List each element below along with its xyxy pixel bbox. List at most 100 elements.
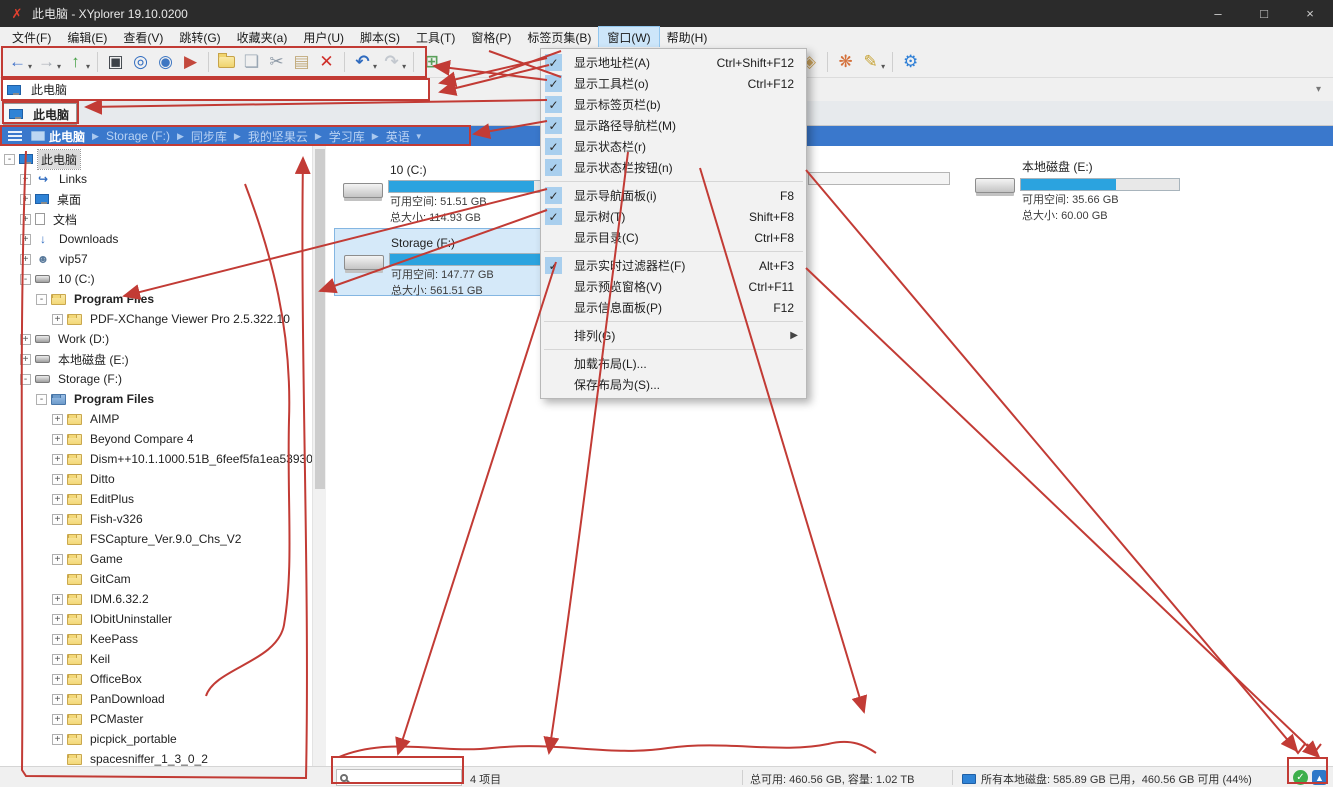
tree-expander[interactable]: + — [52, 593, 63, 605]
menubar-item[interactable]: 帮助(H) — [659, 27, 716, 48]
menu-item[interactable]: ✓ 显示导航面板(i) F8 — [541, 185, 806, 206]
tree-item[interactable]: + PanDownload — [0, 689, 312, 709]
tree-expander[interactable]: + — [52, 733, 63, 745]
menubar-item[interactable]: 编辑(E) — [59, 27, 115, 48]
tree-expander[interactable]: + — [52, 473, 63, 485]
toolbar-button[interactable]: → — [34, 50, 59, 75]
tree-item[interactable]: + IDM.6.32.2 — [0, 589, 312, 609]
menubar-item[interactable]: 查看(V) — [115, 27, 171, 48]
tree-item[interactable]: + PDF-XChange Viewer Pro 2.5.322.10 — [0, 309, 312, 329]
tree-expander[interactable]: - — [36, 293, 47, 305]
tree-expander[interactable]: - — [20, 373, 31, 385]
tree-expander[interactable]: + — [52, 653, 63, 665]
menubar-item[interactable]: 脚本(S) — [352, 27, 408, 48]
tree-item[interactable]: - 此电脑 — [0, 148, 312, 170]
tree-scrollbar[interactable] — [312, 146, 326, 766]
tree-expander[interactable]: - — [20, 273, 31, 285]
menu-item[interactable]: 显示目录(C) Ctrl+F8 — [541, 227, 806, 248]
toolbar-button[interactable]: ⊞ — [419, 50, 444, 75]
toolbar-button[interactable]: ✕ — [314, 50, 339, 75]
tree-item[interactable]: + ☻ vip57 — [0, 249, 312, 269]
dropdown-arrow-icon[interactable]: ▾ — [881, 62, 885, 71]
dropdown-arrow-icon[interactable]: ▾ — [57, 62, 61, 71]
breadcrumb-item[interactable]: 英语 — [386, 128, 410, 145]
tree-expander[interactable]: + — [52, 613, 63, 625]
tree-item[interactable]: - Storage (F:) — [0, 369, 312, 389]
menubar-item[interactable]: 工具(T) — [408, 27, 463, 48]
tree-expander[interactable]: + — [52, 433, 63, 445]
tree-item[interactable]: - Program Files — [0, 389, 312, 409]
tree-expander[interactable]: + — [52, 693, 63, 705]
tree-expander[interactable]: + — [52, 413, 63, 425]
tree-item[interactable]: FSCapture_Ver.9.0_Chs_V2 — [0, 529, 312, 549]
toolbar-button[interactable]: ✎ — [858, 50, 883, 75]
tree-expander[interactable]: + — [20, 233, 31, 245]
tree-item[interactable]: + ↪ Links — [0, 169, 312, 189]
dropdown-arrow-icon[interactable]: ▾ — [373, 62, 377, 71]
dropdown-arrow-icon[interactable]: ▾ — [86, 62, 90, 71]
tree-item[interactable]: - 10 (C:) — [0, 269, 312, 289]
toolbar-button[interactable]: ◎ — [128, 50, 153, 75]
menubar-item[interactable]: 窗格(P) — [463, 27, 519, 48]
tree-item[interactable]: + 本地磁盘 (E:) — [0, 349, 312, 369]
tree-item[interactable]: + PCMaster — [0, 709, 312, 729]
tree-item[interactable]: + Ditto — [0, 469, 312, 489]
tree-expander[interactable]: - — [4, 153, 15, 165]
breadcrumb-dropdown-icon[interactable]: ▼ — [415, 132, 423, 141]
toolbar-button[interactable]: ← — [5, 50, 30, 75]
tree-expander[interactable]: + — [20, 193, 31, 205]
toolbar-button[interactable]: ❏ — [239, 50, 264, 75]
menu-item[interactable]: 加载布局(L)... — [541, 353, 806, 374]
tree-item[interactable]: + KeePass — [0, 629, 312, 649]
dropdown-arrow-icon[interactable]: ▾ — [402, 62, 406, 71]
minimize-button[interactable]: – — [1195, 0, 1241, 27]
toolbar-button[interactable]: ↷ — [379, 50, 404, 75]
tree-item[interactable]: - Program Files — [0, 289, 312, 309]
toolbar-button[interactable]: ◉ — [153, 50, 178, 75]
dropdown-arrow-icon[interactable]: ▾ — [28, 62, 32, 71]
breadcrumb-item[interactable]: 同步库 — [191, 128, 227, 145]
tree-item[interactable]: + OfficeBox — [0, 669, 312, 689]
menubar-item[interactable]: 窗口(W) — [598, 25, 660, 49]
menu-item[interactable]: ✓ 显示工具栏(o) Ctrl+F12 — [541, 73, 806, 94]
breadcrumb-item[interactable]: 此电脑 — [49, 128, 85, 145]
tab-this-pc[interactable]: 此电脑 — [3, 103, 77, 125]
tree-item[interactable]: spacesniffer_1_3_0_2 — [0, 749, 312, 766]
menu-item[interactable]: 显示预览窗格(V) Ctrl+F11 — [541, 276, 806, 297]
tree-item[interactable]: + 文档 — [0, 209, 312, 229]
maximize-button[interactable]: □ — [1241, 0, 1287, 27]
menu-item[interactable]: ✓ 显示状态栏(r) — [541, 136, 806, 157]
tree-expander[interactable]: + — [20, 213, 31, 225]
tree-item[interactable]: GitCam — [0, 569, 312, 589]
menubar-item[interactable]: 文件(F) — [4, 27, 59, 48]
tree-item[interactable]: + Beyond Compare 4 — [0, 429, 312, 449]
tree-expander[interactable]: + — [20, 253, 31, 265]
menubar-item[interactable]: 标签页集(B) — [519, 27, 599, 48]
toolbar-button[interactable]: ↶ — [350, 50, 375, 75]
menu-item[interactable]: ✓ 显示状态栏按钮(n) — [541, 157, 806, 178]
toolbar-button[interactable]: ▶ — [178, 50, 203, 75]
menubar-item[interactable]: 收藏夹(a) — [229, 27, 296, 48]
tree-expander[interactable]: + — [52, 493, 63, 505]
breadcrumb-item[interactable]: Storage (F:) — [106, 129, 170, 143]
tree-item[interactable]: + Fish-v326 — [0, 509, 312, 529]
toolbar-button[interactable]: ▣ — [103, 50, 128, 75]
menu-item[interactable]: 保存布局为(S)... — [541, 374, 806, 395]
tree-item[interactable]: + Keil — [0, 649, 312, 669]
menu-item[interactable]: ✓ 显示地址栏(A) Ctrl+Shift+F12 — [541, 52, 806, 73]
tree-expander[interactable]: + — [52, 513, 63, 525]
drive-tile[interactable]: 本地磁盘 (E:) 可用空间: 35.66 GB 总大小: 60.00 GB — [966, 151, 1262, 222]
toolbar-button[interactable]: ▤ — [289, 50, 314, 75]
tree-expander[interactable]: + — [52, 453, 63, 465]
toolbar-button[interactable]: ↑ — [63, 50, 88, 75]
close-button[interactable]: × — [1287, 0, 1333, 27]
toolbar-button[interactable] — [214, 50, 239, 75]
tree-expander[interactable]: + — [52, 673, 63, 685]
menu-item[interactable]: ✓ 显示实时过滤器栏(F) Alt+F3 — [541, 255, 806, 276]
tree-expander[interactable]: + — [52, 633, 63, 645]
address-dropdown-icon[interactable]: ▾ — [1316, 84, 1321, 95]
menubar-item[interactable]: 用户(U) — [295, 27, 352, 48]
tree-item[interactable]: + Game — [0, 549, 312, 569]
tree-item[interactable]: + AIMP — [0, 409, 312, 429]
menu-item[interactable]: 排列(G) ▶ — [541, 325, 806, 346]
